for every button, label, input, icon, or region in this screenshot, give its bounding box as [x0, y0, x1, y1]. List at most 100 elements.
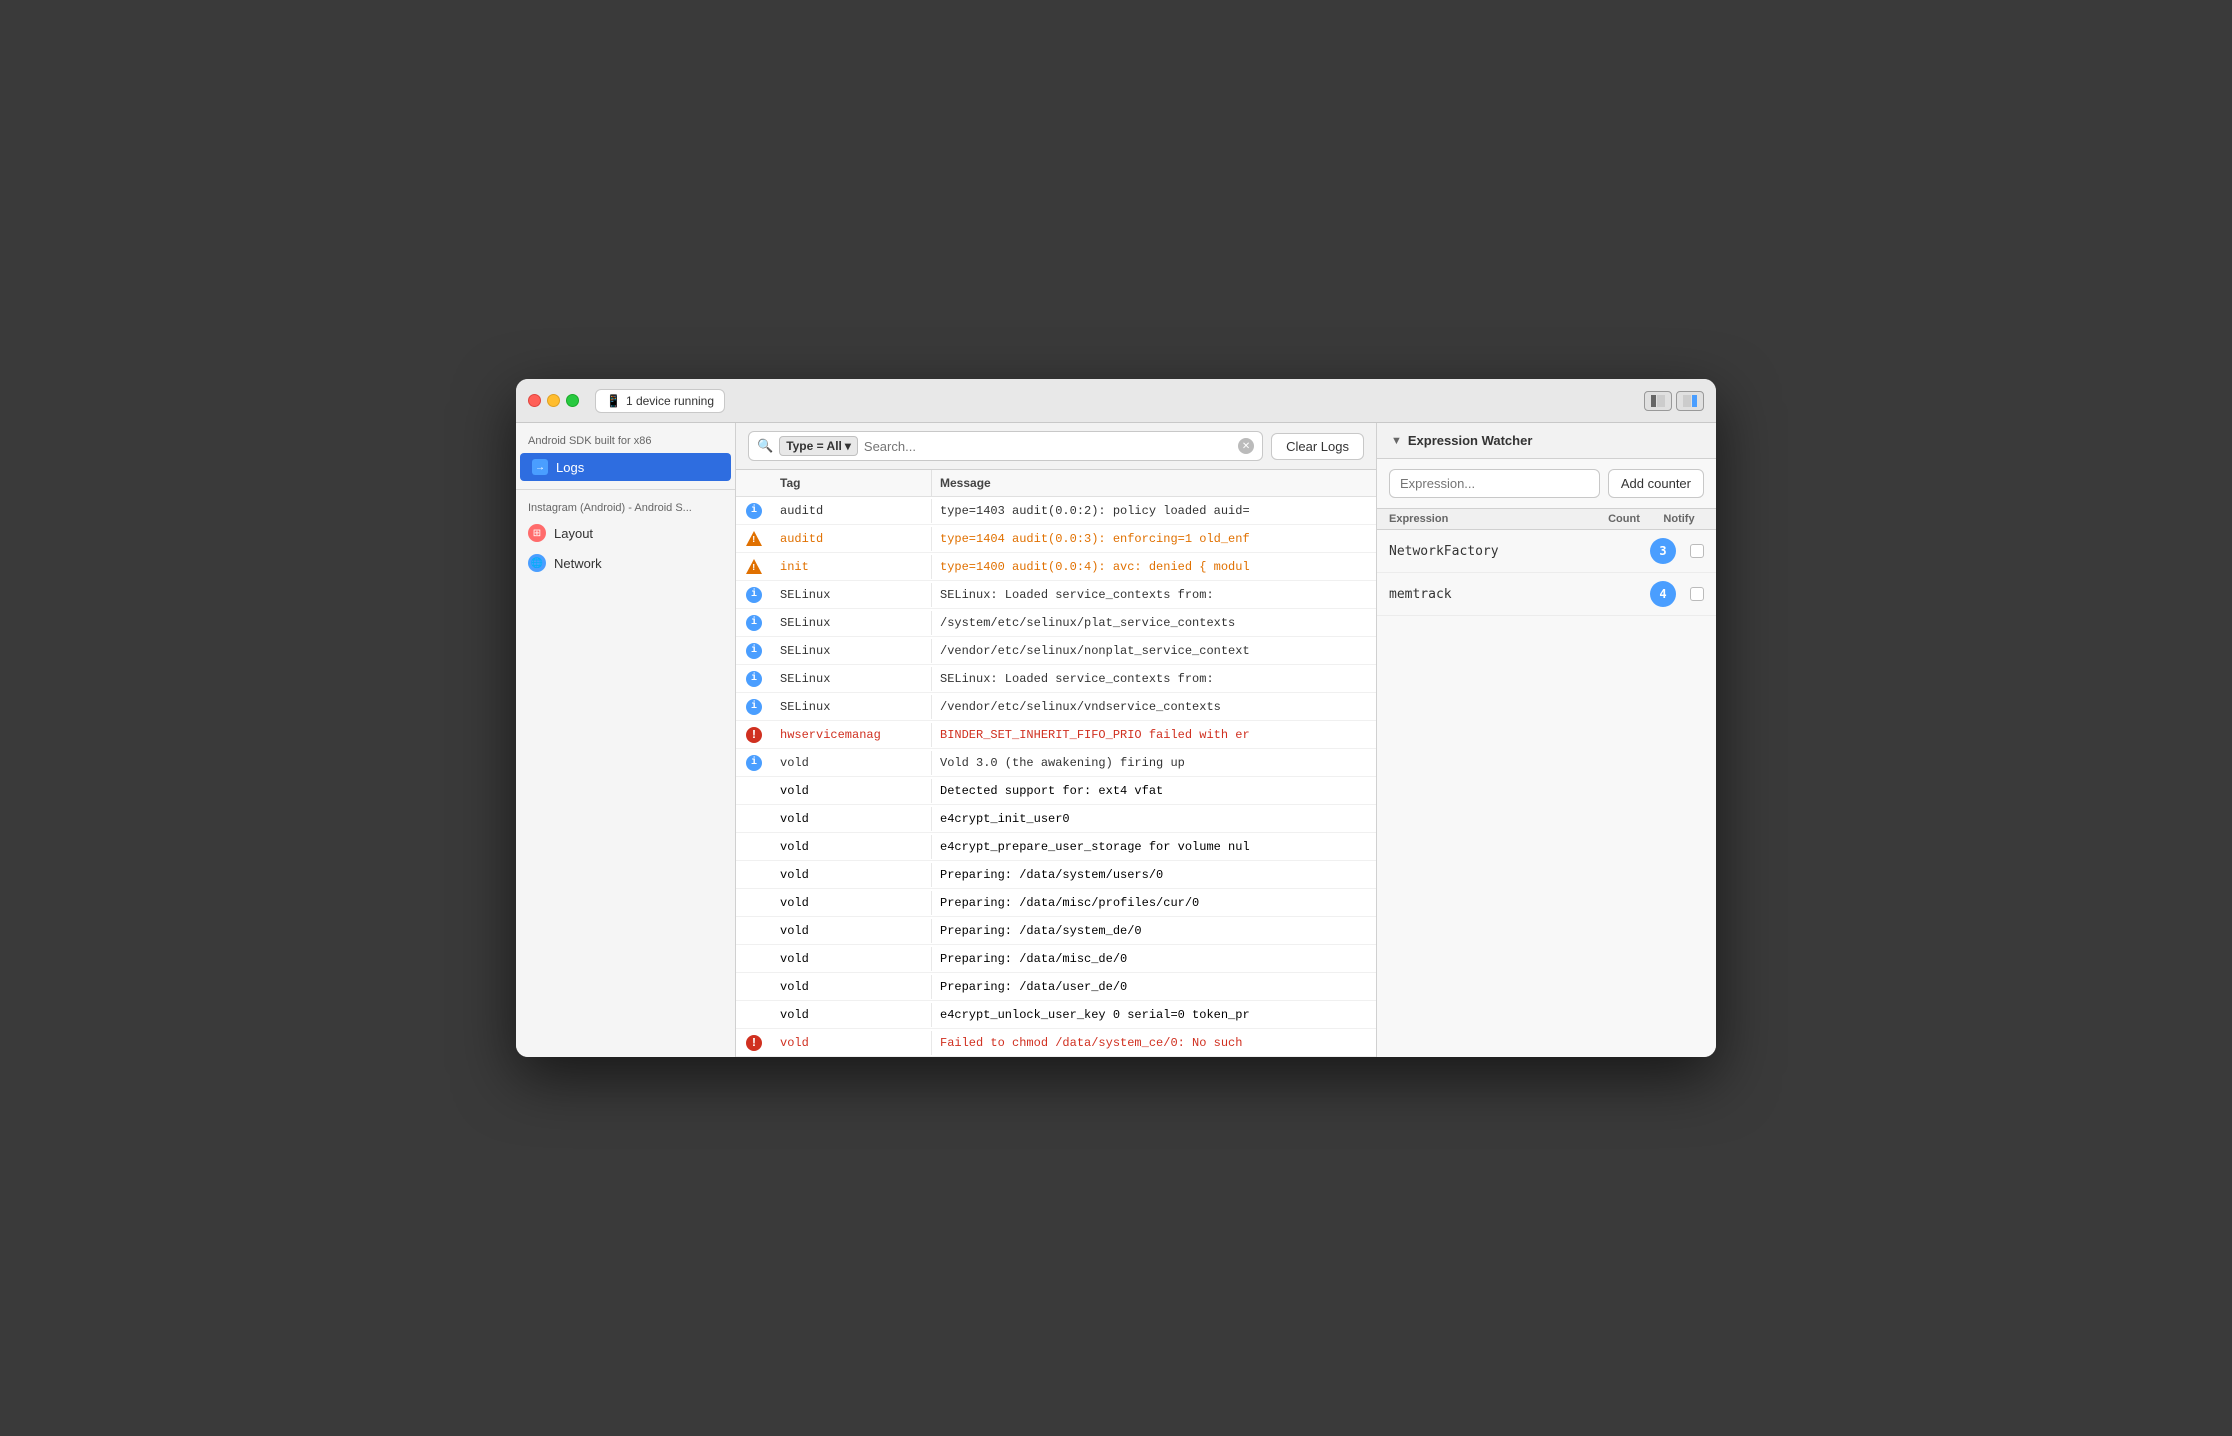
- table-row[interactable]: i SELinux SELinux: Loaded service_contex…: [736, 665, 1376, 693]
- log-message: BINDER_SET_INHERIT_FIFO_PRIO failed with…: [932, 723, 1376, 747]
- type-filter-label: Type = All: [786, 439, 842, 453]
- log-message: type=1400 audit(0.0:4): avc: denied { mo…: [932, 555, 1376, 579]
- sidebar-item-layout[interactable]: ⊞ Layout: [516, 518, 735, 548]
- log-message: Vold 3.0 (the awakening) firing up: [932, 751, 1376, 775]
- add-counter-button[interactable]: Add counter: [1608, 469, 1704, 498]
- col-icon-header: [736, 470, 772, 496]
- table-row[interactable]: i SELinux /vendor/etc/selinux/nonplat_se…: [736, 637, 1376, 665]
- device-label: 1 device running: [626, 394, 714, 408]
- log-tag: vold: [772, 751, 932, 775]
- log-table-header: Tag Message: [736, 470, 1376, 497]
- table-row[interactable]: ! auditd type=1404 audit(0.0:3): enforci…: [736, 525, 1376, 553]
- log-message: Preparing: /data/misc_de/0: [932, 947, 1376, 971]
- sidebar-divider: [516, 489, 735, 490]
- log-message: SELinux: Loaded service_contexts from:: [932, 583, 1376, 607]
- table-row[interactable]: vold Preparing: /data/misc_de/0: [736, 945, 1376, 973]
- table-row[interactable]: i SELinux SELinux: Loaded service_contex…: [736, 581, 1376, 609]
- log-tag: vold: [772, 779, 932, 803]
- table-row[interactable]: ! vold Failed to chmod /data/system_ce/0…: [736, 1029, 1376, 1057]
- log-message: Preparing: /data/misc/profiles/cur/0: [932, 891, 1376, 915]
- expression-table-header: Expression Count Notify: [1377, 509, 1716, 530]
- device-pill[interactable]: 📱 1 device running: [595, 389, 725, 413]
- log-icon-cell: i: [736, 699, 772, 715]
- log-tag: SELinux: [772, 667, 932, 691]
- log-icon-cell: !: [736, 1035, 772, 1051]
- panel-toggle-right[interactable]: [1676, 391, 1704, 411]
- table-row[interactable]: vold Preparing: /data/misc/profiles/cur/…: [736, 889, 1376, 917]
- log-message: Preparing: /data/user_de/0: [932, 975, 1376, 999]
- info-icon: i: [746, 671, 762, 687]
- expr-name: NetworkFactory: [1389, 544, 1650, 559]
- table-row[interactable]: vold e4crypt_prepare_user_storage for vo…: [736, 833, 1376, 861]
- log-message: e4crypt_unlock_user_key 0 serial=0 token…: [932, 1003, 1376, 1027]
- log-tag: vold: [772, 919, 932, 943]
- log-tag: SELinux: [772, 639, 932, 663]
- collapse-icon[interactable]: ▼: [1391, 435, 1402, 447]
- sidebar-item-logs[interactable]: → Logs: [520, 453, 731, 481]
- log-toolbar: 🔍 Type = All ▾ ✕ Clear Logs: [736, 423, 1376, 470]
- search-input[interactable]: [864, 439, 1232, 454]
- info-icon: i: [746, 503, 762, 519]
- expression-input-row: Add counter: [1377, 459, 1716, 509]
- panel-toggle-left[interactable]: [1644, 391, 1672, 411]
- expr-col-count: Count: [1594, 513, 1654, 525]
- table-row[interactable]: vold Preparing: /data/system/users/0: [736, 861, 1376, 889]
- log-icon-cell: i: [736, 643, 772, 659]
- table-row[interactable]: vold Detected support for: ext4 vfat: [736, 777, 1376, 805]
- table-row[interactable]: i vold Vold 3.0 (the awakening) firing u…: [736, 749, 1376, 777]
- expression-row[interactable]: NetworkFactory 3: [1377, 530, 1716, 573]
- sidebar-item-network[interactable]: 🌐 Network: [516, 548, 735, 578]
- table-row[interactable]: i SELinux /system/etc/selinux/plat_servi…: [736, 609, 1376, 637]
- expr-count-badge: 3: [1650, 538, 1676, 564]
- log-icon-cell: i: [736, 755, 772, 771]
- table-row[interactable]: i SELinux /vendor/etc/selinux/vndservice…: [736, 693, 1376, 721]
- info-icon: i: [746, 615, 762, 631]
- log-tag: SELinux: [772, 583, 932, 607]
- expression-panel: ▼ Expression Watcher Add counter Express…: [1376, 423, 1716, 1057]
- log-tag: auditd: [772, 527, 932, 551]
- expression-row[interactable]: memtrack 4: [1377, 573, 1716, 616]
- titlebar: 📱 1 device running: [516, 379, 1716, 423]
- table-row[interactable]: vold Preparing: /data/system_de/0: [736, 917, 1376, 945]
- log-message: SELinux: Loaded service_contexts from:: [932, 667, 1376, 691]
- expression-input[interactable]: [1389, 469, 1600, 498]
- log-message: Preparing: /data/system_de/0: [932, 919, 1376, 943]
- error-icon: !: [746, 1035, 762, 1051]
- log-message: Detected support for: ext4 vfat: [932, 779, 1376, 803]
- clear-logs-button[interactable]: Clear Logs: [1271, 433, 1364, 460]
- log-message: /vendor/etc/selinux/nonplat_service_cont…: [932, 639, 1376, 663]
- expr-notify-checkbox[interactable]: [1690, 544, 1704, 558]
- minimize-button[interactable]: [547, 394, 560, 407]
- table-row[interactable]: ! hwservicemanag BINDER_SET_INHERIT_FIFO…: [736, 721, 1376, 749]
- log-message: Preparing: /data/system/users/0: [932, 863, 1376, 887]
- log-icon-cell: i: [736, 671, 772, 687]
- table-row[interactable]: ! init type=1400 audit(0.0:4): avc: deni…: [736, 553, 1376, 581]
- table-row[interactable]: vold e4crypt_init_user0: [736, 805, 1376, 833]
- log-icon-cell: !: [736, 559, 772, 575]
- sidebar-layout-label: Layout: [554, 526, 593, 541]
- app-window: 📱 1 device running Android SDK built for…: [516, 379, 1716, 1057]
- log-icon-cell: !: [736, 531, 772, 547]
- table-row[interactable]: i auditd type=1403 audit(0.0:2): policy …: [736, 497, 1376, 525]
- error-icon: !: [746, 727, 762, 743]
- sidebar-device-label: Android SDK built for x86: [516, 431, 735, 453]
- table-row[interactable]: vold Preparing: /data/user_de/0: [736, 973, 1376, 1001]
- log-tag: SELinux: [772, 695, 932, 719]
- table-row[interactable]: vold e4crypt_unlock_user_key 0 serial=0 …: [736, 1001, 1376, 1029]
- sidebar-instance-label: Instagram (Android) - Android S...: [516, 498, 735, 518]
- warn-icon: !: [746, 531, 762, 547]
- log-icon-cell: i: [736, 615, 772, 631]
- log-rows: i auditd type=1403 audit(0.0:2): policy …: [736, 497, 1376, 1057]
- type-filter-dropdown[interactable]: Type = All ▾: [779, 436, 858, 456]
- log-area: 🔍 Type = All ▾ ✕ Clear Logs Tag Message: [736, 423, 1376, 1057]
- log-icon-cell: !: [736, 727, 772, 743]
- log-message: type=1404 audit(0.0:3): enforcing=1 old_…: [932, 527, 1376, 551]
- maximize-button[interactable]: [566, 394, 579, 407]
- expr-col-expression: Expression: [1389, 513, 1594, 525]
- expr-notify-checkbox[interactable]: [1690, 587, 1704, 601]
- search-container: 🔍 Type = All ▾ ✕: [748, 431, 1263, 461]
- search-clear-button[interactable]: ✕: [1238, 438, 1254, 454]
- log-tag: SELinux: [772, 611, 932, 635]
- close-button[interactable]: [528, 394, 541, 407]
- log-icon-cell: i: [736, 503, 772, 519]
